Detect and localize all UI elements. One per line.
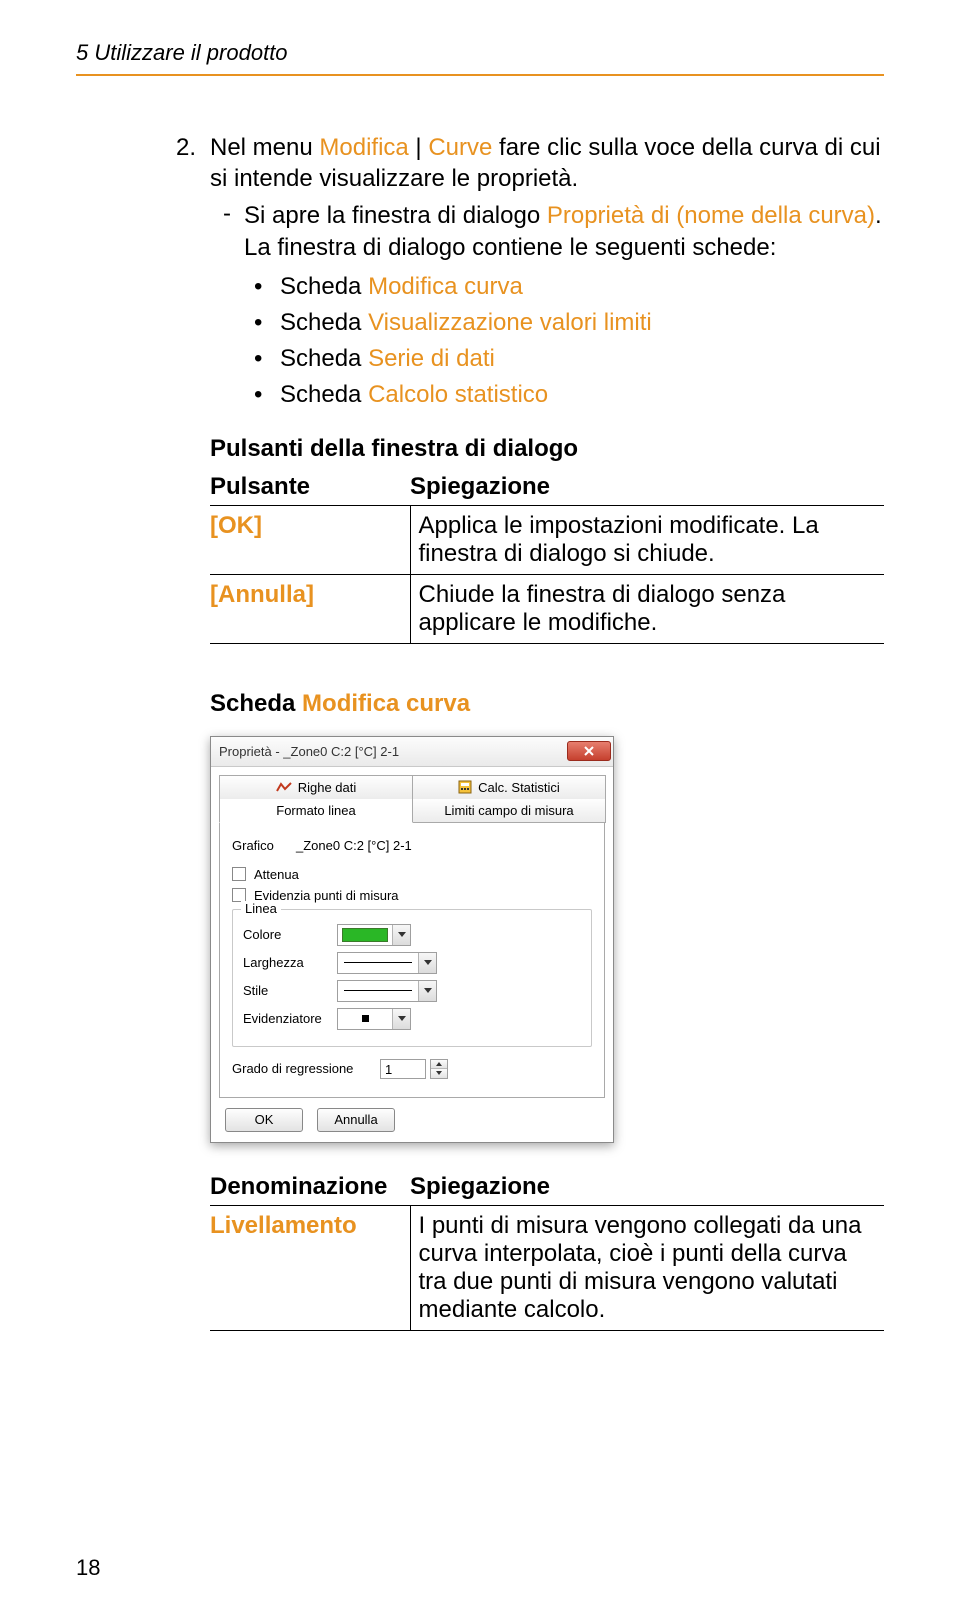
colore-label: Colore	[243, 927, 329, 942]
spinner-buttons[interactable]	[430, 1059, 448, 1079]
result-text: Si apre la finestra di dialogo Proprietà…	[244, 200, 884, 262]
spinner-down-icon[interactable]	[431, 1069, 447, 1078]
line-width-preview	[344, 962, 412, 963]
tab-limiti-campo[interactable]: Limiti campo di misura	[412, 799, 606, 823]
result-dash: -	[210, 200, 244, 262]
step-text: Nel menu Modifica | Curve fare clic sull…	[210, 132, 884, 194]
chevron-down-icon	[392, 1009, 410, 1029]
scheda-item: Scheda Modifica curva	[254, 269, 884, 305]
cell-annulla: [Annulla]	[210, 574, 410, 643]
denominazione-table: Denominazione Spiegazione Livellamento I…	[210, 1169, 884, 1331]
grafico-value: _Zone0 C:2 [°C] 2-1	[296, 838, 592, 853]
chevron-down-icon	[418, 981, 436, 1001]
page-header: 5 Utilizzare il prodotto	[76, 40, 884, 66]
cell-livellamento-desc: I punti di misura vengono collegati da u…	[410, 1205, 884, 1330]
tab-label: Calc. Statistici	[478, 780, 560, 795]
schede-list: Scheda Modifica curva Scheda Visualizzaz…	[210, 269, 884, 413]
dialog-title: Proprietà - _Zone0 C:2 [°C] 2-1	[219, 744, 399, 759]
dialog-titlebar: Proprietà - _Zone0 C:2 [°C] 2-1	[211, 737, 613, 767]
header-rule	[76, 74, 884, 76]
properties-dialog: Proprietà - _Zone0 C:2 [°C] 2-1 Righe da…	[210, 736, 614, 1143]
linea-group: Linea Colore Larghezza	[232, 909, 592, 1047]
evidenziatore-combo[interactable]	[337, 1008, 411, 1030]
step-text-lead: Nel menu	[210, 134, 319, 161]
annulla-button[interactable]: Annulla	[317, 1108, 395, 1132]
stile-combo[interactable]	[337, 980, 437, 1002]
close-button[interactable]	[567, 741, 611, 761]
attenua-checkbox[interactable]	[232, 867, 246, 881]
linea-group-legend: Linea	[241, 901, 281, 916]
menu-curve: Curve	[428, 134, 492, 161]
table-row: [OK] Applica le impostazioni modificate.…	[210, 505, 884, 574]
attenua-label: Attenua	[254, 867, 299, 882]
scheda-item: Scheda Calcolo statistico	[254, 377, 884, 413]
tab-label: Righe dati	[298, 780, 357, 795]
dialog-name: Proprietà di (nome della curva)	[547, 202, 875, 229]
stile-label: Stile	[243, 983, 329, 998]
line-style-preview	[344, 990, 412, 991]
calc-icon	[458, 780, 472, 794]
menu-modifica: Modifica	[319, 134, 408, 161]
grafico-label: Grafico	[232, 838, 288, 853]
colore-combo[interactable]	[337, 924, 411, 946]
tab-righe-dati[interactable]: Righe dati	[219, 775, 413, 800]
th-pulsante: Pulsante	[210, 469, 410, 506]
tab-panel-formato: Grafico _Zone0 C:2 [°C] 2-1 Attenua Evid…	[219, 822, 605, 1098]
close-icon	[583, 745, 595, 757]
zigzag-icon	[276, 781, 292, 793]
regressione-label: Grado di regressione	[232, 1061, 372, 1076]
menu-sep: |	[409, 134, 429, 161]
regressione-spinner[interactable]: 1	[380, 1059, 448, 1079]
tab-label: Formato linea	[276, 803, 355, 818]
table-row: [Annulla] Chiude la finestra di dialogo …	[210, 574, 884, 643]
tab-calc-statistici[interactable]: Calc. Statistici	[412, 775, 606, 800]
cell-annulla-desc: Chiude la finestra di dialogo senza appl…	[410, 574, 884, 643]
color-swatch	[342, 928, 388, 942]
spinner-up-icon[interactable]	[431, 1060, 447, 1069]
cell-ok: [OK]	[210, 505, 410, 574]
tab-formato-linea[interactable]: Formato linea	[219, 799, 413, 823]
ok-button[interactable]: OK	[225, 1108, 303, 1132]
evidenziatore-label: Evidenziatore	[243, 1011, 329, 1026]
scheda-item: Scheda Serie di dati	[254, 341, 884, 377]
page-number: 18	[76, 1555, 100, 1581]
step-number: 2.	[176, 132, 210, 194]
th-spiegazione: Spiegazione	[410, 469, 884, 506]
scheda-item: Scheda Visualizzazione valori limiti	[254, 305, 884, 341]
result-lead: Si apre la finestra di dialogo	[244, 202, 547, 229]
marker-preview	[338, 1015, 392, 1022]
th-spiegazione2: Spiegazione	[410, 1169, 884, 1206]
table1-caption: Pulsanti della finestra di dialogo	[210, 435, 884, 463]
chevron-down-icon	[418, 953, 436, 973]
table-row: Livellamento I punti di misura vengono c…	[210, 1205, 884, 1330]
tab-row-1: Righe dati Calc. Statistici	[219, 775, 605, 800]
chevron-down-icon	[392, 925, 410, 945]
regressione-value[interactable]: 1	[380, 1059, 426, 1079]
section2-head: Scheda Modifica curva	[210, 690, 884, 718]
larghezza-combo[interactable]	[337, 952, 437, 974]
th-denominazione: Denominazione	[210, 1169, 410, 1206]
cell-livellamento: Livellamento	[210, 1205, 410, 1330]
pulsanti-table: Pulsante Spiegazione [OK] Applica le imp…	[210, 469, 884, 644]
tab-row-2: Formato linea Limiti campo di misura	[219, 799, 605, 823]
larghezza-label: Larghezza	[243, 955, 329, 970]
tab-label: Limiti campo di misura	[444, 803, 573, 818]
cell-ok-desc: Applica le impostazioni modificate. La f…	[410, 505, 884, 574]
